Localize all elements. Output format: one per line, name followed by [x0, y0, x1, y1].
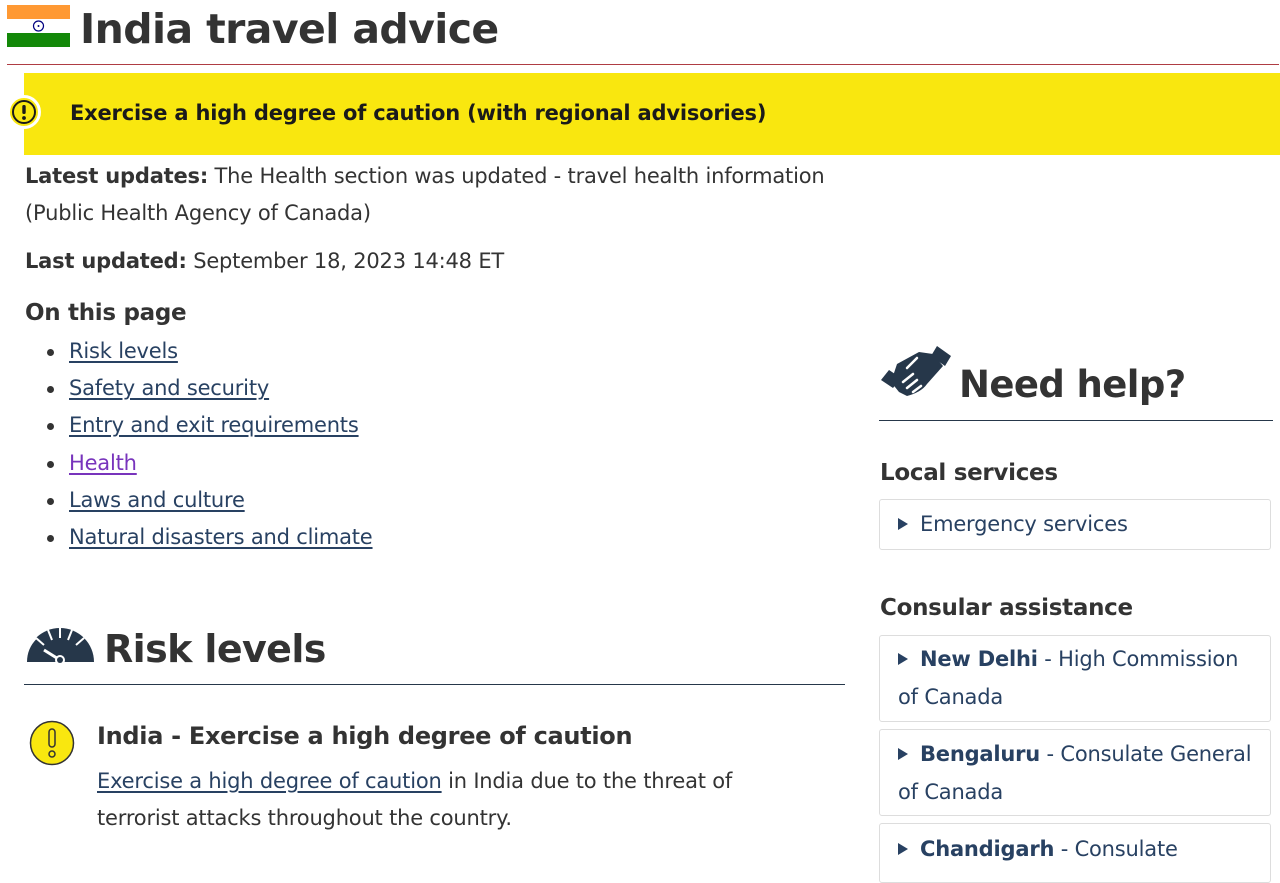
on-this-page-heading: On this page: [25, 300, 187, 326]
expand-triangle-icon: [898, 843, 908, 855]
toc-link-health[interactable]: Health: [69, 451, 137, 475]
toc-item: Safety and security: [25, 370, 373, 407]
expander-summary[interactable]: Chandigarh - Consulate: [898, 831, 1258, 869]
page-title: India travel advice: [80, 5, 499, 53]
need-help-header: Need help?: [879, 340, 1273, 421]
consular-office: - Consulate: [1060, 837, 1178, 861]
local-services-heading: Local services: [880, 460, 1058, 486]
expand-triangle-icon: [898, 518, 908, 530]
risk-level-description: Exercise a high degree of caution in Ind…: [97, 763, 817, 837]
need-help-heading: Need help?: [959, 363, 1186, 406]
last-updated: Last updated: September 18, 2023 14:48 E…: [25, 243, 504, 279]
toc-link-safety-and-security[interactable]: Safety and security: [69, 376, 269, 400]
expander-summary[interactable]: Emergency services: [898, 506, 1128, 544]
consular-office: - Consulate General: [1046, 742, 1252, 766]
consular-city: Bengaluru: [920, 742, 1041, 766]
latest-updates-label: Latest updates:: [25, 164, 209, 188]
expander-label: Emergency services: [920, 512, 1128, 536]
risk-level-subheading: India - Exercise a high degree of cautio…: [97, 722, 633, 750]
advisory-banner: Exercise a high degree of caution (with …: [7, 73, 1280, 155]
toc-link-natural-disasters[interactable]: Natural disasters and climate: [69, 525, 373, 549]
consular-expander-bengaluru[interactable]: Bengaluru - Consulate General of Canada: [879, 729, 1271, 816]
toc-item: Natural disasters and climate: [25, 519, 373, 556]
gauge-icon: [25, 628, 94, 664]
toc-link-entry-exit[interactable]: Entry and exit requirements: [69, 413, 359, 437]
warning-exclamation-icon: [7, 95, 41, 129]
consular-office-cont: of Canada: [898, 779, 1004, 804]
risk-levels-heading: Risk levels: [104, 627, 326, 671]
toc-link-laws-and-culture[interactable]: Laws and culture: [69, 488, 245, 512]
emergency-services-expander[interactable]: Emergency services: [879, 499, 1271, 550]
consular-expander-chandigarh[interactable]: Chandigarh - Consulate: [879, 823, 1271, 883]
expand-triangle-icon: [898, 748, 908, 760]
consular-assistance-heading: Consular assistance: [880, 595, 1133, 621]
toc-link-risk-levels[interactable]: Risk levels: [69, 339, 178, 363]
consular-office-cont: of Canada: [898, 684, 1004, 709]
toc-item: Laws and culture: [25, 482, 373, 519]
risk-level-link[interactable]: Exercise a high degree of caution: [97, 769, 442, 793]
page-header: India travel advice: [7, 0, 1279, 65]
last-updated-value: September 18, 2023 14:48 ET: [193, 249, 505, 273]
on-this-page-list: Risk levels Safety and security Entry an…: [25, 333, 373, 556]
expander-summary[interactable]: Bengaluru - Consulate General of Canada: [898, 736, 1268, 811]
expander-summary[interactable]: New Delhi - High Commission of Canada: [898, 641, 1258, 716]
toc-item: Risk levels: [25, 333, 373, 370]
consular-office: - High Commission: [1044, 647, 1239, 671]
handshake-icon: [881, 346, 951, 396]
last-updated-label: Last updated:: [25, 249, 187, 273]
expand-triangle-icon: [898, 653, 908, 665]
advisory-text: Exercise a high degree of caution (with …: [70, 101, 767, 125]
risk-levels-header: Risk levels: [24, 620, 845, 685]
toc-item: Health: [25, 445, 373, 482]
toc-item: Entry and exit requirements: [25, 407, 373, 444]
consular-city: Chandigarh: [920, 837, 1055, 861]
consular-city: New Delhi: [920, 647, 1038, 671]
india-flag-icon: [7, 5, 70, 47]
consular-expander-new-delhi[interactable]: New Delhi - High Commission of Canada: [879, 635, 1271, 722]
latest-updates: Latest updates: The Health section was u…: [25, 158, 855, 232]
warning-exclamation-icon: [29, 720, 75, 766]
